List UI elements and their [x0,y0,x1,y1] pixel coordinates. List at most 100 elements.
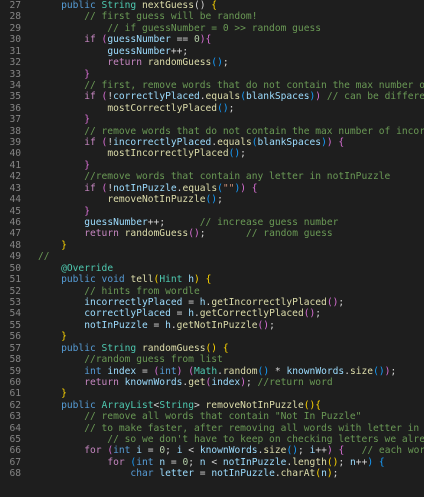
code-token: for [107,456,131,468]
code-line[interactable]: 36 mostCorrectlyPlaced(); [0,103,424,114]
code-line[interactable]: 33 } [0,69,424,80]
code-token: charAt [280,468,316,480]
code-line[interactable]: 46 guessNumber++; // increase guess numb… [0,217,424,228]
code-text: if (!incorrectlyPlaced.equals(blankSpace… [38,137,424,148]
code-token: ; [298,445,310,457]
code-token: String [101,0,142,11]
code-text: correctlyPlaced = h.getCorrectlyPlaced()… [38,308,424,319]
code-line[interactable]: 30 if (guessNumber == 0){ [0,34,424,45]
code-line[interactable]: 58 //random guess from list [0,354,424,365]
code-line[interactable]: 31 guessNumber++; [0,46,424,57]
code-line[interactable]: 47 return randomGuess(); // random guess [0,228,424,239]
code-line[interactable]: 37 } [0,114,424,125]
line-number: 33 [9,68,21,80]
code-token: } [84,68,90,80]
line-number: 38 [9,125,21,137]
line-number: 59 [9,365,21,377]
code-line[interactable]: 39 if (!incorrectlyPlaced.equals(blankSp… [0,137,424,148]
code-line[interactable]: 67 for (int n = 0; n < notInPuzzle.lengt… [0,457,424,468]
code-line[interactable]: 41 } [0,160,424,171]
code-line[interactable]: 56 } [0,331,424,342]
code-token: () [326,296,339,308]
code-token: int [159,365,177,377]
code-line[interactable]: 60 return knownWords.get(index); //retur… [0,377,424,388]
code-token: return [107,57,148,69]
code-line[interactable]: 40 mostIncorrectlyPlaced(); [0,148,424,159]
line-number: 64 [9,422,21,434]
code-token: i [176,445,189,457]
code-line[interactable]: 68 char letter = notInPuzzle.charAt(n); [0,468,424,479]
code-token: size [263,445,287,457]
code-line[interactable]: 50 @Override [0,263,424,274]
code-line[interactable]: 42 //remove words that contain any lette… [0,171,424,182]
code-token: getCorrectlyPlaced [199,308,304,320]
code-token: randomGuess [147,57,212,69]
code-line[interactable]: 63 // remove all words that contain "Not… [0,411,424,422]
code-text: // first guess will be random! [38,11,424,22]
line-number: 60 [9,376,21,388]
code-line[interactable]: 51 public void tell(Hint h) { [0,274,424,285]
code-token: if [84,182,102,194]
code-token: () [205,194,218,206]
code-token: randomGuess [124,228,189,240]
code-token: () [257,365,270,377]
code-line[interactable]: 55 notInPuzzle = h.getNotInPuzzle(); [0,320,424,331]
code-line[interactable]: 44 removeNotInPuzzle(); [0,194,424,205]
code-token: // so we don't have to keep on checking … [107,434,424,446]
code-token: knownWords [124,376,183,388]
code-token: incorrectlyPlaced [84,296,189,308]
line-number: 32 [9,57,21,69]
code-line[interactable]: 66 for (int i = 0; i < knownWords.size()… [0,445,424,456]
line-number: 36 [9,102,21,114]
code-line[interactable]: 27 public String nextGuess() { [0,0,424,11]
code-token: = [147,445,160,457]
code-line[interactable]: 65 // so we don't have to keep on checki… [0,434,424,445]
line-number: 45 [9,205,21,217]
code-text: removeNotInPuzzle(); [38,194,424,205]
code-line[interactable]: 38 // remove words that do not contain t… [0,126,424,137]
code-token: random [222,365,258,377]
code-line[interactable]: 52 // hints from wordle [0,286,424,297]
code-line[interactable]: 48 } [0,240,424,251]
code-token: // remove all words that contain "Not In… [38,411,362,423]
code-line[interactable]: 62 public ArrayList<String> removeNotInP… [0,400,424,411]
code-token: // to make faster, after removing all wo… [84,422,420,434]
code-line[interactable]: 45 } [0,206,424,217]
code-token: () [326,456,339,468]
code-line[interactable]: 54 correctlyPlaced = h.getCorrectlyPlace… [0,308,424,319]
code-editor[interactable]: 27 public String nextGuess() {28 // firs… [0,0,424,497]
line-number: 62 [9,399,21,411]
code-line[interactable]: 53 incorrectlyPlaced = h.getIncorrectlyP… [0,297,424,308]
code-token: } [61,388,67,400]
code-line[interactable]: 59 int index = (int) (Math.random() * kn… [0,366,424,377]
line-number: 57 [9,342,21,354]
code-text: // first, remove words that do not conta… [38,80,424,91]
code-token: n [159,456,171,468]
code-token: ArrayList [101,399,154,411]
code-line[interactable]: 57 public String randomGuess() { [0,343,424,354]
code-line[interactable]: 29 // if guessNumber = 0 >> random guess [0,23,424,34]
code-line[interactable]: 32 return randomGuess(); [0,57,424,68]
code-line[interactable]: 49 // [0,251,424,262]
code-line[interactable]: 28 // first guess will be random! [0,11,424,22]
line-number: 49 [9,251,21,263]
code-line[interactable]: 34 // first, remove words that do not co… [0,80,424,91]
code-token: ; [199,228,246,240]
code-line[interactable]: 61 } [0,388,424,399]
code-line[interactable]: 64 // to make faster, after removing all… [0,423,424,434]
code-token: get [188,376,206,388]
code-token: // random guess [245,228,333,240]
code-line[interactable]: 43 if (!notInPuzzle.equals("")) { [0,183,424,194]
code-line[interactable]: 35 if (!correctlyPlaced.equals(blankSpac… [0,91,424,102]
code-token: = [188,296,200,308]
code-token: { [205,34,212,46]
code-token: ++; [170,45,189,57]
